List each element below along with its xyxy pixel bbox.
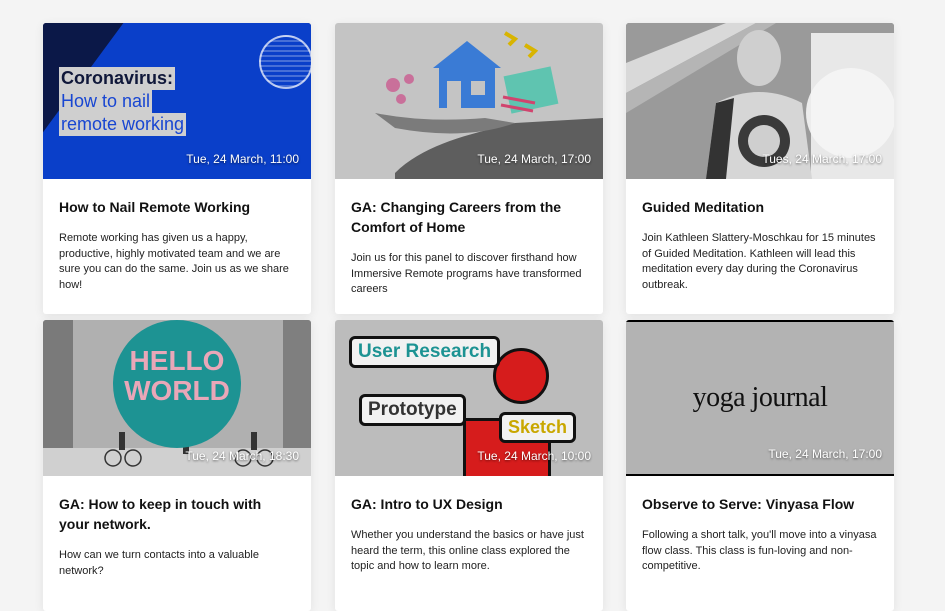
event-card-ux-design[interactable]: User Research Prototype Sketch Tue, 24 M… <box>335 320 603 611</box>
house-window-icon <box>471 81 485 95</box>
event-date: Tue, 24 March, 17:00 <box>477 152 591 166</box>
person-shape <box>119 432 125 450</box>
sketch-bubble: Sketch <box>499 412 577 443</box>
sign-line: HELLO <box>129 345 225 376</box>
node-icon <box>404 74 414 84</box>
headline-line: remote working <box>59 113 187 136</box>
headline-line: Coronavirus: <box>59 67 176 90</box>
red-circle-icon <box>493 348 549 404</box>
thumbnail-headline: Coronavirus: How to nail remote working <box>59 67 187 136</box>
event-title[interactable]: GA: How to keep in touch with your netwo… <box>59 494 295 534</box>
event-description: Whether you understand the basics or hav… <box>351 529 584 572</box>
event-card-changing-careers[interactable]: Tue, 24 March, 17:00 GA: Changing Career… <box>335 23 603 314</box>
head-shape <box>737 30 781 86</box>
event-date: Tue, 24 March, 11:00 <box>186 152 299 166</box>
event-description: Join us for this panel to discover first… <box>351 252 582 295</box>
events-grid: Coronavirus: How to nail remote working … <box>0 0 945 611</box>
hello-world-text: HELLO WORLD <box>113 346 241 406</box>
event-card-remote-working[interactable]: Coronavirus: How to nail remote working … <box>43 23 311 314</box>
event-thumbnail[interactable]: User Research Prototype Sketch Tue, 24 M… <box>335 320 603 476</box>
event-thumbnail[interactable]: HELLO WORLD Tue, 24 March, 18:30 <box>43 320 311 476</box>
event-title[interactable]: Guided Meditation <box>642 197 878 217</box>
event-title[interactable]: Observe to Serve: Vinyasa Flow <box>642 494 878 514</box>
event-date: Tue, 24 March, 17:00 <box>768 447 882 461</box>
event-card-body: GA: Intro to UX Design Whether you under… <box>335 476 603 611</box>
event-description: Remote working has given us a happy, pro… <box>59 232 289 291</box>
sign-line: WORLD <box>124 375 230 406</box>
event-thumbnail[interactable]: Tues, 24 March, 17:00 <box>626 23 894 179</box>
node-icon <box>396 94 406 104</box>
event-thumbnail[interactable]: Coronavirus: How to nail remote working … <box>43 23 311 179</box>
user-research-bubble: User Research <box>349 336 501 368</box>
house-roof-icon <box>433 41 501 68</box>
globe-graphic <box>259 35 311 89</box>
headline-line: How to nail <box>59 90 153 113</box>
node-icon <box>386 78 400 92</box>
event-card-vinyasa-flow[interactable]: yoga journal Tue, 24 March, 17:00 Observ… <box>626 320 894 611</box>
event-card-body: Observe to Serve: Vinyasa Flow Following… <box>626 476 894 611</box>
event-card-body: GA: How to keep in touch with your netwo… <box>43 476 311 611</box>
event-thumbnail[interactable]: yoga journal Tue, 24 March, 17:00 <box>626 320 894 476</box>
event-description: How can we turn contacts into a valuable… <box>59 549 259 577</box>
event-description: Join Kathleen Slattery-Moschkau for 15 m… <box>642 232 876 291</box>
event-card-network[interactable]: HELLO WORLD Tue, 24 March, 18:30 GA: How… <box>43 320 311 611</box>
event-card-body: How to Nail Remote Working Remote workin… <box>43 179 311 314</box>
event-date: Tue, 24 March, 10:00 <box>477 449 591 463</box>
event-card-body: GA: Changing Careers from the Comfort of… <box>335 179 603 314</box>
event-date: Tues, 24 March, 17:00 <box>762 152 882 166</box>
event-description: Following a short talk, you'll move into… <box>642 529 877 572</box>
event-date: Tue, 24 March, 18:30 <box>185 449 299 463</box>
event-title[interactable]: GA: Intro to UX Design <box>351 494 587 514</box>
event-card-body: Guided Meditation Join Kathleen Slattery… <box>626 179 894 314</box>
event-title[interactable]: GA: Changing Careers from the Comfort of… <box>351 197 587 237</box>
house-door-icon <box>447 81 461 108</box>
event-thumbnail[interactable]: Tue, 24 March, 17:00 <box>335 23 603 179</box>
person-shape <box>251 432 257 450</box>
yoga-journal-logo: yoga journal <box>692 382 828 413</box>
prototype-bubble: Prototype <box>359 394 466 426</box>
event-card-guided-meditation[interactable]: Tues, 24 March, 17:00 Guided Meditation … <box>626 23 894 314</box>
light-glow <box>806 68 894 158</box>
arrow-icon <box>523 43 539 59</box>
event-title[interactable]: How to Nail Remote Working <box>59 197 295 217</box>
arrow-icon <box>503 31 519 47</box>
